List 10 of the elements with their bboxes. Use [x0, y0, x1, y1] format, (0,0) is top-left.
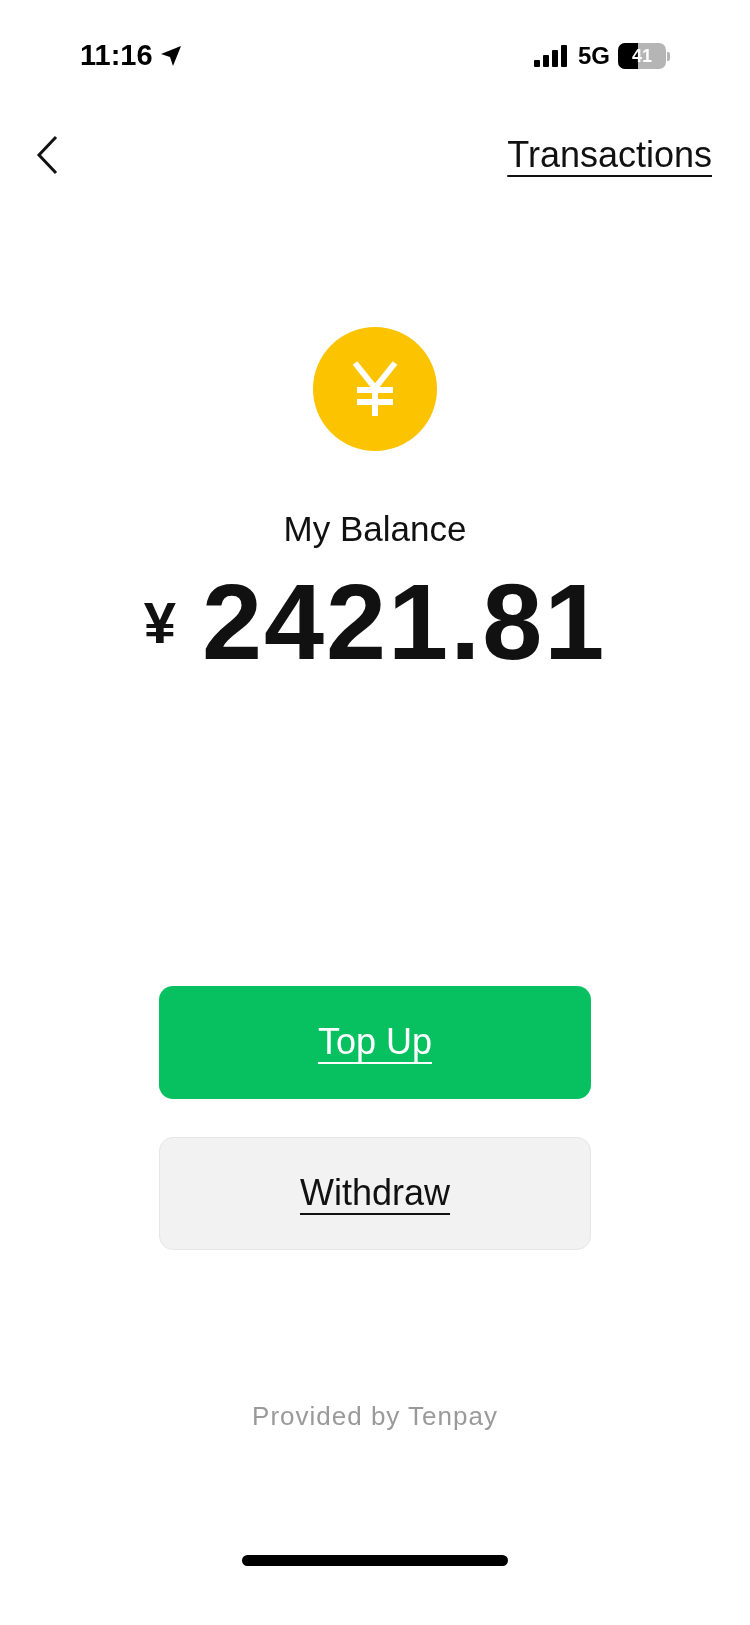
signal-icon	[534, 45, 570, 67]
balance-label: My Balance	[283, 508, 467, 550]
back-icon[interactable]	[36, 135, 58, 175]
transactions-link[interactable]: Transactions	[507, 128, 712, 182]
withdraw-button[interactable]: Withdraw	[159, 1136, 591, 1250]
balance-amount: 2421.81	[201, 567, 607, 676]
status-time: 11:16	[80, 38, 153, 74]
provider-note: Provided by Tenpay	[252, 1399, 498, 1433]
network-label: 5G	[578, 41, 610, 71]
currency-symbol: ¥	[143, 593, 176, 652]
